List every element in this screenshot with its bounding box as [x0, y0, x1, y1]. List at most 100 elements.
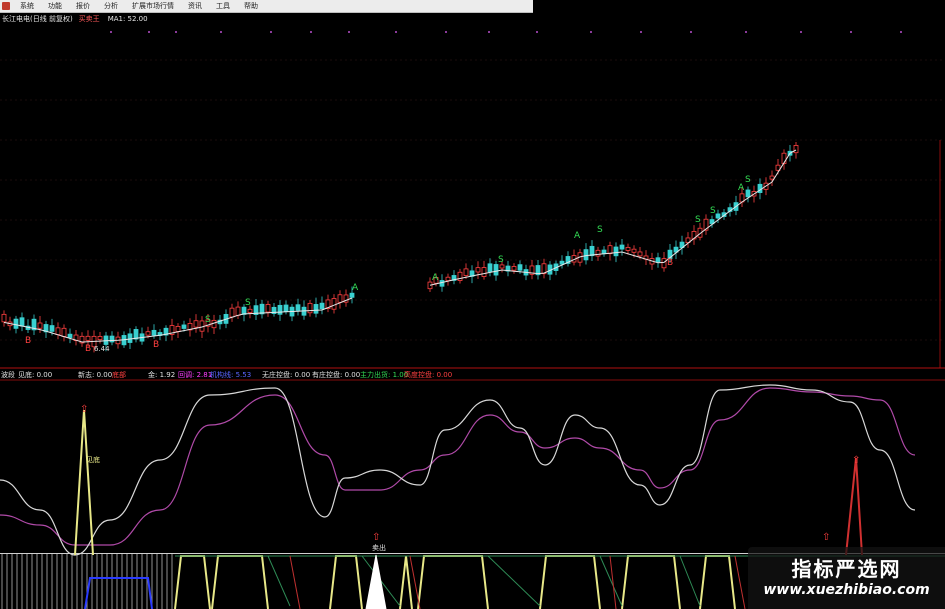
indicator-value-2: 新志: 0.00	[78, 371, 113, 379]
candle-body	[517, 264, 523, 271]
candle-body	[607, 245, 613, 255]
up-arrow-icon: ⇧	[822, 532, 830, 543]
app-logo-icon	[2, 2, 10, 10]
menu-item-news[interactable]: 资讯	[181, 0, 209, 12]
candle-body	[247, 308, 253, 313]
candle-body	[67, 333, 73, 338]
candle-body	[583, 249, 589, 261]
menu-item-help[interactable]: 帮助	[237, 0, 265, 12]
candle-body	[631, 248, 637, 253]
candle-body	[193, 320, 199, 328]
candle-body	[769, 175, 775, 180]
indicator-value-7: 无庄控盘: 0.00	[262, 371, 311, 379]
signal-marker: A	[352, 283, 359, 293]
candle-body	[475, 267, 481, 273]
candle-body	[85, 335, 91, 341]
candle-body	[559, 260, 565, 265]
low-price-label: 6.44	[94, 345, 110, 353]
maichu-label: 卖出	[372, 544, 386, 552]
signal-marker: A	[574, 231, 581, 241]
yellow-trapezoid-waves	[174, 555, 736, 609]
indicator-value-8: 有庄控盘: 0.00	[312, 371, 361, 379]
signal-marker: S	[498, 255, 504, 265]
candle-body	[1, 313, 7, 323]
candle-body	[619, 244, 625, 250]
menu-item-tools[interactable]: 工具	[209, 0, 237, 12]
signal-marker: B	[153, 340, 159, 350]
indicator-value-4: 金: 1.92	[148, 371, 176, 379]
candle-body	[145, 331, 151, 336]
candle-body	[229, 307, 235, 318]
signal-marker: B	[667, 258, 673, 268]
up-arrow-icon: ⇧	[852, 455, 860, 466]
candle-body	[97, 336, 103, 341]
candle-body	[745, 189, 751, 198]
signal-marker: A	[738, 183, 745, 193]
menu-item-analysis[interactable]: 分析	[97, 0, 125, 12]
signal-marker: S	[710, 206, 716, 216]
candle-body	[493, 264, 499, 276]
magenta-oscillator-line	[0, 387, 916, 546]
candle-body	[595, 249, 601, 257]
candle-body	[13, 318, 19, 329]
menu-item-function[interactable]: 功能	[41, 0, 69, 12]
red-spike	[845, 457, 863, 556]
candlestick-series	[1, 142, 799, 353]
candle-body	[445, 276, 451, 282]
indicator-value-1: 见底: 0.00	[18, 371, 53, 379]
candle-body	[439, 280, 445, 287]
candle-body	[109, 335, 115, 343]
chart-title-bar: 长江电电(日线 前复权) 买卖王 MA1: 52.00	[0, 13, 148, 25]
watermark-url: www.xuezhibiao.com	[763, 582, 930, 598]
menu-item-extended-market[interactable]: 扩展市场行情	[125, 0, 181, 12]
up-arrow-icon: ⇧	[80, 404, 88, 415]
signal-marker: A	[432, 273, 439, 283]
jiandi-label: 见底	[86, 456, 100, 464]
signal-marker: S	[205, 315, 211, 325]
candle-body	[715, 213, 721, 219]
indicator-value-9: 主力出货: 1.00	[360, 371, 409, 379]
white-spike	[365, 554, 387, 609]
candle-body	[625, 246, 631, 251]
menu-item-quote[interactable]: 报价	[69, 0, 97, 12]
indicator-name[interactable]: 买卖王	[79, 14, 100, 24]
indicator-value-5: 回调: 2.81	[178, 371, 213, 379]
candle-body	[235, 306, 241, 316]
candle-body	[463, 268, 469, 276]
candle-body	[181, 324, 187, 329]
candle-body	[19, 317, 25, 327]
indicator-value-6: 机构线: 5.53	[210, 371, 252, 379]
candle-body	[655, 257, 661, 263]
candle-body	[337, 294, 343, 303]
indicator-value-0: 波段	[1, 371, 15, 379]
candle-body	[151, 329, 157, 336]
indicator-value-3: 底部	[112, 371, 126, 379]
chart-canvas[interactable]: SSAASASSSASBBBB ⇧ ⇧ ⇧ ⇧	[0, 0, 945, 609]
candle-body	[319, 302, 325, 310]
signal-marker: B	[85, 344, 91, 354]
signal-marker: S	[597, 225, 603, 235]
white-oscillator-line	[0, 384, 916, 556]
moving-average-line	[3, 149, 797, 343]
signal-marker: S	[695, 215, 701, 225]
candle-body	[331, 298, 337, 310]
candle-body	[661, 258, 667, 269]
candle-body	[589, 245, 595, 257]
candle-body	[499, 264, 505, 269]
signal-marker: B	[25, 336, 31, 346]
stock-title: 长江电电(日线 前复权)	[2, 15, 73, 23]
indicator-value-10: 高度控盘: 0.00	[404, 371, 453, 379]
candle-body	[793, 145, 799, 154]
candle-body	[457, 271, 463, 281]
candle-body	[49, 325, 55, 332]
candle-body	[61, 327, 67, 337]
candle-body	[487, 263, 493, 273]
candle-body	[295, 304, 301, 311]
candle-body	[265, 304, 271, 313]
signal-marker: S	[245, 298, 251, 308]
yellow-spike	[74, 409, 94, 556]
candle-body	[127, 333, 133, 343]
signal-marker: S	[745, 175, 751, 185]
candle-body	[103, 335, 109, 345]
menu-item-system[interactable]: 系统	[13, 0, 41, 12]
